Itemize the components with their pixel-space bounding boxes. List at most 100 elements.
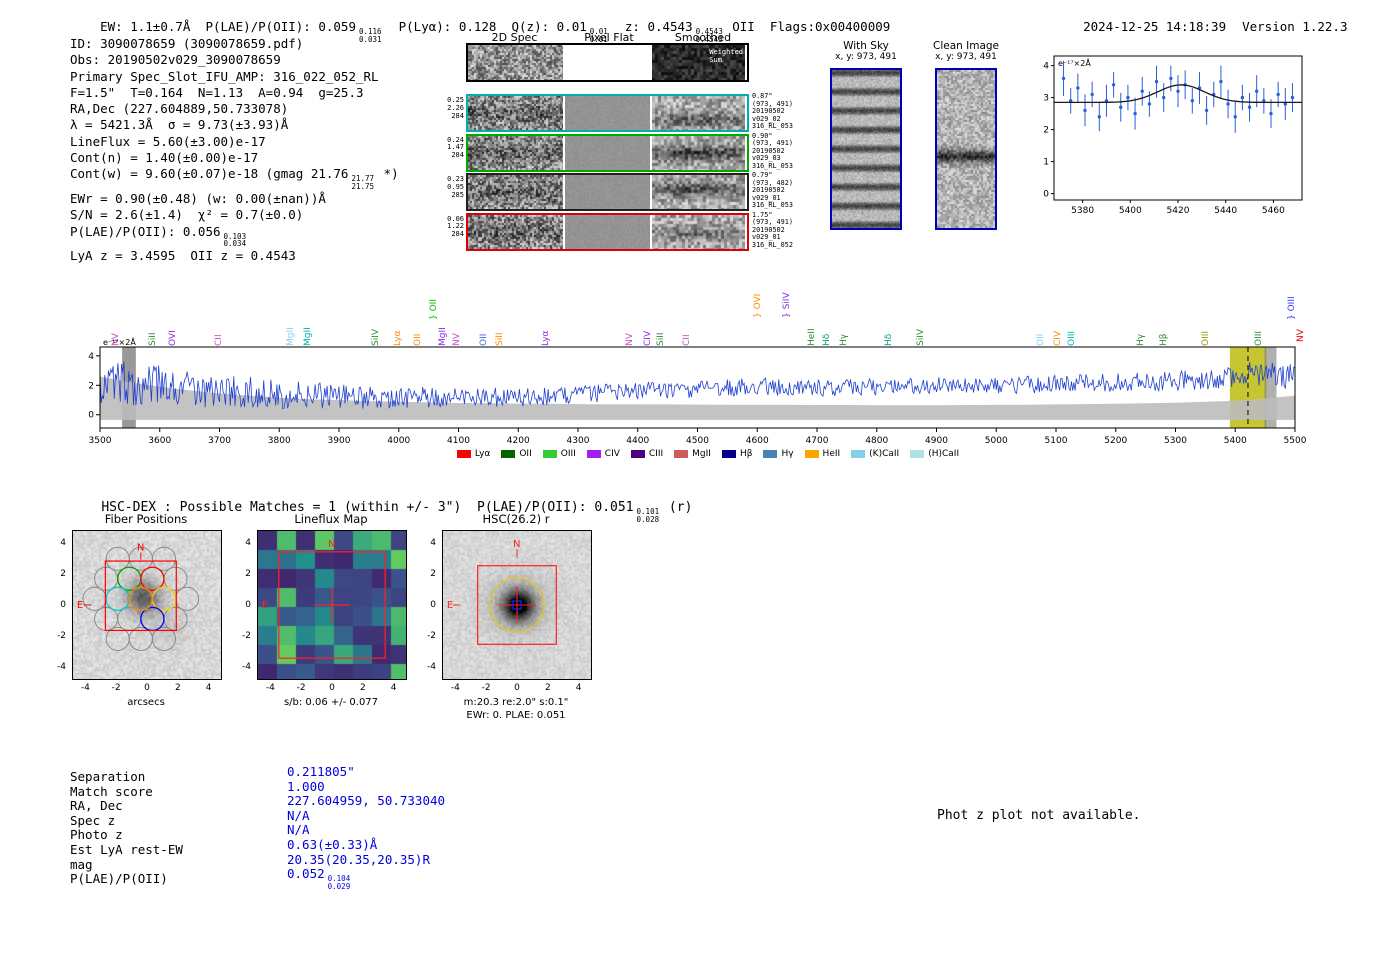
legend-label: Lyα <box>474 449 491 459</box>
svg-text:5000: 5000 <box>985 436 1008 446</box>
svg-text:4400: 4400 <box>626 436 649 446</box>
legend-swatch <box>630 450 645 458</box>
fiber-xlabel: arcsecs <box>127 697 165 708</box>
row-right-labels-1: 0.90" (973, 491) 20190502 v029_03 316_RL_053 <box>752 131 793 170</box>
svg-text:3800: 3800 <box>268 436 291 446</box>
hsc-xtick-0: 0 <box>514 683 520 693</box>
weighted-2dspec-image <box>468 45 563 80</box>
info-line-4: RA,Dec (227.604889,50.733078) <box>70 101 289 117</box>
svg-text:5300: 5300 <box>1164 436 1187 446</box>
pixelflat-image <box>565 135 650 170</box>
hsc-overlay: NE <box>447 539 557 645</box>
legend-swatch <box>804 450 819 458</box>
info-line-5: λ = 5421.3Å σ = 9.73(±3.93)Å <box>70 117 289 133</box>
legend-label: OIII <box>560 449 576 459</box>
svg-text:5380: 5380 <box>1071 206 1094 216</box>
spec2d-image <box>468 135 563 170</box>
svg-text:3700: 3700 <box>208 436 231 446</box>
match-row-label-4: Photo z <box>70 827 123 843</box>
legend-swatch <box>721 450 736 458</box>
fiber-xtick--2: -2 <box>111 683 121 693</box>
svg-text:4700: 4700 <box>806 436 829 446</box>
legend-swatch <box>910 450 925 458</box>
with-sky-coords: x, y: 973, 491 <box>835 52 897 62</box>
legend-label: CIII <box>648 449 664 459</box>
legend-item-(H)CaII: (H)CaII <box>910 449 959 459</box>
lineflux-ytick--4: -4 <box>242 661 251 672</box>
legend-item-CIII: CIII <box>630 449 664 459</box>
report-version: Version 1.22.3 <box>1242 19 1348 34</box>
hsc-ytick-0: 0 <box>430 600 436 610</box>
match-row-label-5: Est LyA rest-EW <box>70 842 183 857</box>
svg-text:2: 2 <box>88 381 94 391</box>
svg-text:N: N <box>137 542 144 553</box>
svg-text:4: 4 <box>1043 62 1049 72</box>
fiber-xtick-2: 2 <box>174 683 181 693</box>
match-row-value-7: 0.052 0.104 0.029 <box>287 866 351 891</box>
fiber-xtick-0: 0 <box>144 683 150 693</box>
info-line-1: Obs: 20190502v029_3090078659 <box>70 52 281 68</box>
smoothed-image <box>652 175 745 209</box>
match-row-label-0: Separation <box>70 769 146 784</box>
hsc-ytick--2: -2 <box>427 630 436 641</box>
emission-line-label-OIII: } OIII <box>1286 296 1297 320</box>
with-sky-image <box>830 68 902 230</box>
weighted-sum-strip: Weighted Sum <box>466 43 749 82</box>
with-sky-block: With Sky x, y: 973, 491 <box>820 40 912 240</box>
photz-note: Phot z plot not available. <box>937 808 1141 823</box>
fiber-overlay: NE <box>77 542 200 651</box>
row-left-labels-3: 0.06 1.22 284 <box>447 214 464 239</box>
legend-swatch <box>763 450 778 458</box>
svg-text:E: E <box>262 600 268 611</box>
hsc-cutout-panel: HSC(26.2) r N E 4 2 0 -2 -4 -4 -2 0 2 4 m:20.3 re:2.0… <box>416 512 626 732</box>
svg-text:4: 4 <box>88 352 94 362</box>
svg-text:0: 0 <box>88 411 94 421</box>
match-row-value-1: 1.000 <box>287 778 325 794</box>
legend-label: (K)CaII <box>869 449 900 459</box>
clean-image-block: Clean Image x, y: 973, 491 <box>925 40 1007 240</box>
legend-label: OII <box>519 449 532 459</box>
svg-text:3: 3 <box>1043 94 1049 104</box>
uncertainty-fraction: 0.101 0.028 <box>636 507 660 524</box>
svg-text:5440: 5440 <box>1214 206 1237 216</box>
fiber-ytick-4: 4 <box>60 538 66 549</box>
report-datetime: 2024-12-25 14:18:39 <box>1083 19 1227 34</box>
pixelflat-image <box>565 96 650 130</box>
detection-info-panel: ID: 3090078659 (3090078659.pdf) Obs: 2019… <box>70 36 399 264</box>
hsc-ytick--4: -4 <box>427 661 436 672</box>
match-row-value-4: N/A <box>287 822 310 838</box>
hsc-dex-suffix: (r) <box>661 500 693 515</box>
fiber-title: Fiber Positions <box>104 512 188 526</box>
fiber-ytick--4: -4 <box>57 661 66 672</box>
legend-label: CIV <box>604 449 620 459</box>
elixer-detection-report: EW: 1.1±0.7Å P(LAE)/P(OII): 0.059 0.116 0.… <box>0 0 1400 953</box>
lineflux-ytick-4: 4 <box>245 538 251 549</box>
match-row-value-3: N/A <box>287 807 310 823</box>
lineflux-xtick-4: 4 <box>390 683 397 693</box>
clean-image <box>935 68 997 230</box>
info-line-10: S/N = 2.6(±1.4) χ² = 0.7(±0.0) <box>70 207 304 223</box>
svg-text:4200: 4200 <box>507 436 530 446</box>
legend-swatch <box>674 450 689 458</box>
legend-swatch <box>851 450 866 458</box>
svg-text:4000: 4000 <box>387 436 410 446</box>
match-row-value-6: 20.35(20.35,20.35)R <box>287 851 430 867</box>
plae-uncertainty: 0.116 0.031 <box>356 19 384 43</box>
legend-item-OII: OII <box>501 449 532 459</box>
fiber-xtick-4: 4 <box>205 683 212 693</box>
svg-text:5500: 5500 <box>1284 436 1307 446</box>
legend-label: MgII <box>692 449 711 459</box>
svg-text:e⁻¹⁷×2Å: e⁻¹⁷×2Å <box>103 336 136 347</box>
lineflux-xtick--4: -4 <box>265 683 275 693</box>
svg-text:E: E <box>77 600 83 611</box>
legend-swatch <box>456 450 471 458</box>
weighted-pixelflat-blank <box>565 45 650 80</box>
legend-item-HeII: HeII <box>804 449 840 459</box>
row-left-labels-1: 0.24 1.47 284 <box>447 135 464 160</box>
lineflux-map-panel: Lineflux Map N E 4 2 0 -2 -4 -4 -2 0 2 4 s/b: 0.06 +/… <box>231 512 441 732</box>
pixelflat-image <box>565 175 650 209</box>
emission-line-label-SiIV: } SiIV <box>781 292 792 318</box>
info-line-2: Primary Spec_Slot_IFU_AMP: 316_022_052_R… <box>70 68 379 84</box>
match-row-label-2: RA, Dec <box>70 798 123 814</box>
emission-line-label-OII: } OII <box>428 299 439 320</box>
